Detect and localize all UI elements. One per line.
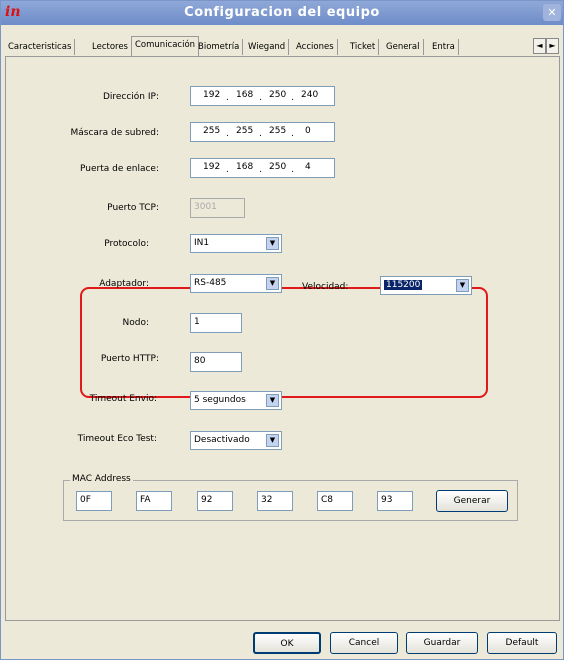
mac-octet-3[interactable]: 92	[197, 491, 233, 511]
default-button[interactable]: Default	[487, 632, 557, 654]
ip-dot: .	[259, 93, 262, 103]
tab-caracteristicas[interactable]: Caracteristicas	[5, 39, 76, 55]
ip-label: Dirección IP:	[102, 92, 159, 102]
gateway-octet-2[interactable]: 168	[236, 162, 253, 172]
ip-dot: .	[291, 165, 294, 175]
chevron-down-icon[interactable]: ▼	[266, 434, 279, 447]
timeout-echo-select[interactable]: Desactivado ▼	[190, 431, 282, 450]
ip-octet-1[interactable]: 192	[203, 90, 220, 100]
ip-dot: .	[259, 129, 262, 139]
mac-octet-4[interactable]: 32	[257, 491, 293, 511]
gateway-octet-3[interactable]: 250	[269, 162, 286, 172]
tab-ticket[interactable]: Ticket	[347, 39, 380, 55]
gateway-field[interactable]: 192 . 168 . 250 . 4	[190, 158, 335, 178]
ip-dot: .	[259, 165, 262, 175]
tab-acciones[interactable]: Acciones	[293, 39, 338, 55]
chevron-down-icon[interactable]: ▼	[266, 277, 279, 290]
tab-comunicacion[interactable]: Comunicación	[131, 36, 200, 56]
protocol-label: Protocolo:	[104, 239, 149, 249]
speed-select[interactable]: 115200 ▼	[380, 276, 472, 295]
tab-biometria[interactable]: Biometría	[195, 39, 244, 55]
highlight-box	[80, 287, 488, 398]
mask-octet-2[interactable]: 255	[236, 126, 253, 136]
ip-octet-4[interactable]: 240	[301, 90, 318, 100]
mask-label: Máscara de subred:	[70, 128, 159, 138]
tab-scroll-left-icon[interactable]: ◄	[533, 38, 546, 54]
ip-dot: .	[291, 129, 294, 139]
timeout-send-label: Timeout Envio:	[89, 394, 157, 404]
gateway-octet-1[interactable]: 192	[203, 162, 220, 172]
http-port-field[interactable]: 80	[190, 352, 242, 372]
tab-wiegand[interactable]: Wiegand	[245, 39, 290, 55]
protocol-value: IN1	[194, 238, 210, 248]
timeout-echo-value: Desactivado	[194, 435, 250, 445]
node-field[interactable]: 1	[190, 313, 242, 333]
close-icon[interactable]: ✕	[543, 4, 561, 21]
title-bar[interactable]: in Configuracion del equipo ✕	[1, 1, 563, 25]
mac-octet-2[interactable]: FA	[136, 491, 172, 511]
gateway-octet-4[interactable]: 4	[305, 162, 311, 172]
protocol-select[interactable]: IN1 ▼	[190, 234, 282, 253]
adapter-select[interactable]: RS-485 ▼	[190, 274, 282, 293]
tcp-port-label: Puerto TCP:	[107, 203, 159, 213]
mac-octet-1[interactable]: 0F	[76, 491, 112, 511]
gateway-label: Puerta de enlace:	[79, 164, 159, 174]
http-port-label: Puerto HTTP:	[100, 354, 159, 364]
tab-entradas[interactable]: Entra	[429, 39, 459, 55]
speed-value: 115200	[384, 280, 423, 290]
chevron-down-icon[interactable]: ▼	[456, 279, 469, 292]
tab-scroll-right-icon[interactable]: ►	[546, 38, 559, 54]
adapter-label: Adaptador:	[99, 279, 149, 289]
ok-button[interactable]: OK	[253, 632, 321, 654]
mask-octet-4[interactable]: 0	[305, 126, 311, 136]
chevron-down-icon[interactable]: ▼	[266, 237, 279, 250]
ip-octet-2[interactable]: 168	[236, 90, 253, 100]
adapter-value: RS-485	[194, 278, 227, 288]
ip-dot: .	[226, 129, 229, 139]
tab-lectores[interactable]: Lectores	[89, 39, 132, 55]
node-label: Nodo:	[122, 318, 150, 328]
communication-panel: Dirección IP: 192 . 168 . 250 . 240 Másc…	[5, 56, 560, 621]
subnet-mask-field[interactable]: 255 . 255 . 255 . 0	[190, 122, 335, 142]
ip-dot: .	[291, 93, 294, 103]
speed-label: Velocidad:	[302, 282, 349, 292]
window-title: Configuracion del equipo	[184, 5, 380, 20]
config-window: in Configuracion del equipo ✕ Caracteris…	[0, 0, 564, 660]
tab-general[interactable]: General	[383, 39, 424, 55]
ip-dot: .	[226, 165, 229, 175]
mask-octet-1[interactable]: 255	[203, 126, 220, 136]
ip-address-field[interactable]: 192 . 168 . 250 . 240	[190, 86, 335, 106]
timeout-send-value: 5 segundos	[194, 395, 246, 405]
timeout-echo-label: Timeout Eco Test:	[77, 434, 157, 444]
mac-address-group: MAC Address 0F FA 92 32 C8 93 Generar	[63, 474, 518, 521]
ip-dot: .	[226, 93, 229, 103]
mac-address-title: MAC Address	[70, 474, 133, 484]
chevron-down-icon[interactable]: ▼	[266, 394, 279, 407]
mask-octet-3[interactable]: 255	[269, 126, 286, 136]
mac-octet-5[interactable]: C8	[317, 491, 353, 511]
save-button[interactable]: Guardar	[406, 632, 478, 654]
timeout-send-select[interactable]: 5 segundos ▼	[190, 391, 282, 410]
tcp-port-field: 3001	[190, 198, 245, 218]
cancel-button[interactable]: Cancel	[330, 632, 398, 654]
mac-octet-6[interactable]: 93	[377, 491, 413, 511]
tab-strip: Caracteristicas Lectores Comunicación Bi…	[5, 36, 559, 56]
ip-octet-3[interactable]: 250	[269, 90, 286, 100]
generate-button[interactable]: Generar	[436, 490, 508, 512]
